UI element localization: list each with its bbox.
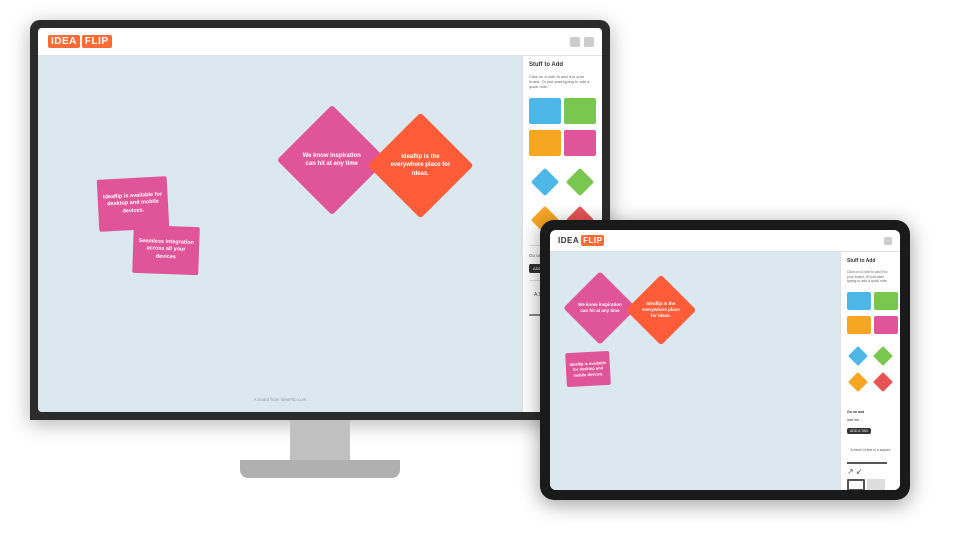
canvas-desktop[interactable]: We know inspiration can hit at any time … (38, 56, 522, 412)
tablet-sticky-2-text: Ideaflip is the everywhere place for ide… (636, 297, 686, 323)
tablet-dm-1[interactable] (848, 346, 868, 366)
tablet-dm-4[interactable] (873, 372, 893, 392)
sidebar-title-tablet: Stuff to Add (847, 258, 894, 264)
tablet-sidebar-row2 (847, 316, 894, 334)
sidebar-note-blue-sq[interactable] (529, 98, 561, 124)
logo-highlight-tablet: FLIP (581, 235, 604, 246)
tablet-sticky-1-text: We know inspiration can hit at any time (574, 298, 626, 318)
tablet-shape-line-1[interactable] (847, 462, 887, 464)
tablet-diamond-row2 (847, 370, 894, 394)
sidebar-note-orange-sq[interactable] (529, 130, 561, 156)
app-body-desktop: We know inspiration can hit at any time … (38, 56, 602, 412)
sidebar-note-pink-sq[interactable] (564, 130, 596, 156)
sidebar-note-blue-dm[interactable] (531, 167, 559, 195)
tablet-sidebar-note-2[interactable] (874, 292, 898, 310)
sidebar-squares-row2 (529, 130, 596, 156)
tablet-sticky-3-text: Ideaflip is available for desktop and mo… (565, 357, 610, 381)
header-icon-1[interactable] (570, 37, 580, 47)
app-ui-tablet: IDEAFLIP We know inspiration can hit at … (550, 230, 900, 490)
tablet-shape-row (847, 479, 894, 490)
logo-tablet: IDEAFLIP (558, 236, 604, 245)
sticky-note-1-text: We know inspiration can hit at any time (293, 147, 371, 174)
app-header-desktop: IDEAFLIP (38, 28, 602, 56)
tablet-text-block-label: A block of text is a square (847, 448, 894, 452)
canvas-tablet[interactable]: We know inspiration can hit at any time … (550, 252, 840, 490)
tablet-shapes: ↗ ↙ (847, 462, 894, 490)
tablet-header-icon-1[interactable] (884, 237, 892, 245)
sticky-note-2[interactable]: Ideaflip is the everywhere place for ide… (367, 112, 473, 218)
tablet-dm-wrap-1 (847, 344, 869, 368)
sticky-note-4[interactable]: Seamless integration across all your dev… (132, 225, 200, 275)
tablet-sticky-3[interactable]: Ideaflip is available for desktop and mo… (565, 351, 611, 387)
monitor-wrapper: IDEAFLIP We know inspirati (30, 20, 610, 478)
tablet-arrow-2: ↙ (856, 467, 863, 476)
sidebar-diamond-wrap-2 (564, 166, 596, 198)
tablet-shape-rect (847, 479, 865, 490)
monitor-stand-base (240, 460, 400, 478)
monitor-screen: IDEAFLIP We know inspirati (38, 28, 602, 412)
sticky-note-4-text: Seamless integration across all your dev… (132, 234, 199, 267)
tablet-diamond-row1 (847, 344, 894, 368)
tablet-sidebar-note-4[interactable] (874, 316, 898, 334)
tablet-dm-3[interactable] (848, 372, 868, 392)
tablet-sidebar-add-sub: add me... (847, 418, 894, 422)
sticky-note-3-text: Ideaflip is available for desktop and mo… (97, 187, 168, 221)
logo-text: IDEA (48, 35, 80, 48)
app-ui-desktop: IDEAFLIP We know inspirati (38, 28, 602, 412)
sidebar-diamond-wrap-1 (529, 166, 561, 198)
tablet-sidebar-note-3[interactable] (847, 316, 871, 334)
app-header-tablet: IDEAFLIP (550, 230, 900, 252)
sidebar-title: Stuff to Add (529, 62, 596, 68)
sidebar-note-green-dm[interactable] (566, 167, 594, 195)
tablet-shape-arrows: ↗ ↙ (847, 467, 894, 476)
app-body-tablet: We know inspiration can hit at any time … (550, 252, 900, 490)
sticky-note-1[interactable]: We know inspiration can hit at any time (277, 105, 387, 215)
monitor-stand-neck (290, 420, 350, 460)
monitor-body: IDEAFLIP We know inspirati (30, 20, 610, 420)
tablet-dm-2[interactable] (873, 346, 893, 366)
tablet-dm-wrap-2 (872, 344, 894, 368)
tablet-sticky-1[interactable]: We know inspiration can hit at any time (563, 271, 637, 345)
tablet-arrow-1: ↗ (847, 467, 854, 476)
sticky-note-3[interactable]: Ideaflip is available for desktop and mo… (97, 176, 170, 232)
sidebar-desc-tablet: Click on a note to add it to your board.… (847, 270, 894, 284)
tablet-sidebar-add-label: Go on and (847, 410, 894, 414)
tablet-sticky-2[interactable]: Ideaflip is the everywhere place for ide… (626, 275, 697, 346)
tablet-dm-wrap-3 (847, 370, 869, 394)
tablet-sidebar-row1 (847, 292, 894, 310)
tablet-sidebar-note-1[interactable] (847, 292, 871, 310)
tablet-body: IDEAFLIP We know inspiration can hit at … (540, 220, 910, 500)
tablet-screen: IDEAFLIP We know inspiration can hit at … (550, 230, 900, 490)
header-icons-desktop (570, 37, 594, 47)
sidebar-note-green-sq[interactable] (564, 98, 596, 124)
header-icon-2[interactable] (584, 37, 594, 47)
tablet-sidebar-diamonds (847, 344, 894, 396)
sidebar-squares-row1 (529, 98, 596, 124)
header-icons-tablet (884, 237, 892, 245)
tablet-add-tag-button[interactable]: ADD A TAG (847, 428, 871, 434)
canvas-credit: A board from IdeaFlip.com (254, 397, 307, 402)
tablet-wrapper: IDEAFLIP We know inspiration can hit at … (540, 220, 910, 500)
logo-desktop: IDEAFLIP (46, 36, 112, 47)
tablet-dm-wrap-4 (872, 370, 894, 394)
sticky-note-2-text: Ideaflip is the everywhere place for ide… (383, 148, 458, 183)
sidebar-diamonds-row1 (529, 166, 596, 198)
sidebar-tablet: Stuff to Add Click on a note to add it t… (840, 252, 900, 490)
scene: IDEAFLIP We know inspirati (0, 0, 960, 540)
logo-highlight: FLIP (82, 35, 112, 48)
tablet-shape-fill (867, 479, 885, 490)
sidebar-desc: Click on a note to add it to your board.… (529, 74, 596, 90)
